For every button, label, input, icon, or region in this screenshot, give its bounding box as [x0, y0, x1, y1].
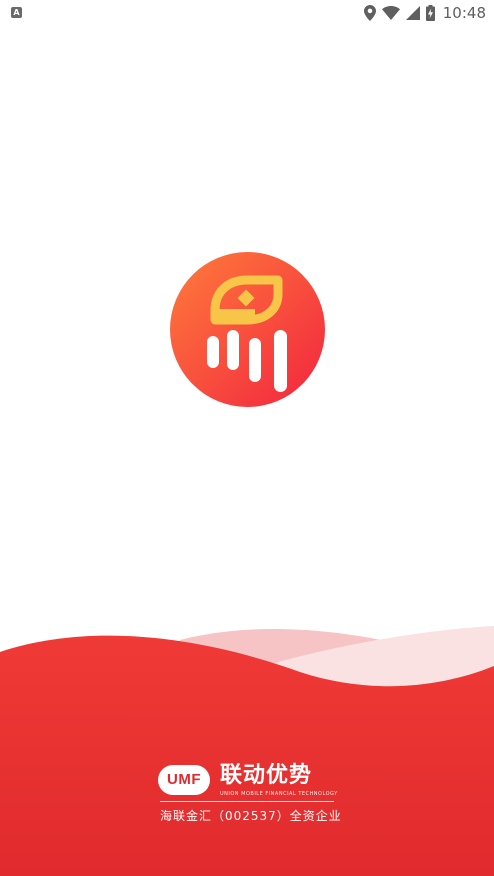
- battery-charging-icon: [425, 5, 435, 21]
- status-icons: 10:48: [363, 3, 486, 23]
- app-logo-icon: [170, 252, 325, 407]
- brand-english-name: UNION MOBILE FINANCIAL TECHNOLOGY: [220, 791, 338, 797]
- brand-footer: UMF 联动优势 UNION MOBILE FINANCIAL TECHNOLO…: [158, 760, 341, 830]
- brand-subtitle: 海联金汇（002537）全资企业: [160, 809, 342, 823]
- location-icon: [363, 5, 376, 21]
- umf-badge: UMF: [158, 765, 210, 795]
- clock: 10:48: [442, 4, 486, 22]
- wifi-icon: [381, 6, 400, 20]
- divider: [160, 801, 334, 802]
- app-notification-icon: A: [11, 7, 22, 18]
- brand-name: 联动优势: [220, 763, 313, 788]
- status-bar: A 10:48: [0, 0, 494, 26]
- signal-icon: [405, 6, 420, 20]
